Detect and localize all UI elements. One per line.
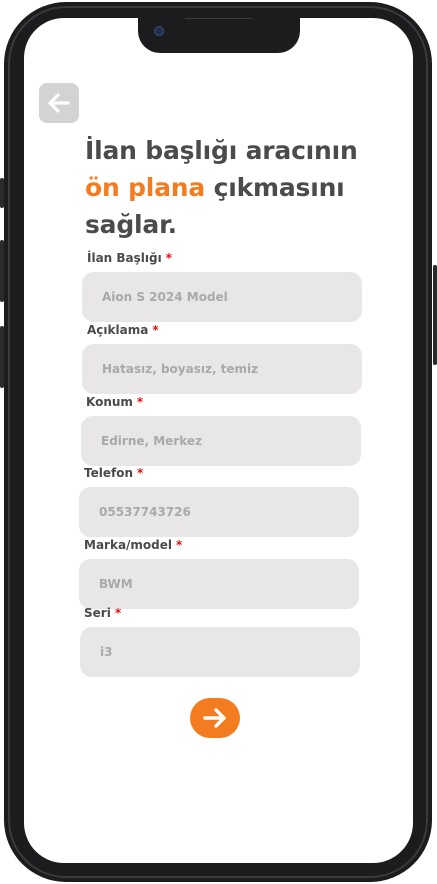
required-marker: * [114, 606, 122, 620]
seri-input[interactable]: i3 [80, 627, 360, 677]
arrow-left-icon [48, 93, 70, 113]
aciklama-placeholder: Hatasız, boyasız, temiz [102, 362, 259, 376]
label-seri: Seri * [84, 606, 121, 620]
power-button [433, 265, 437, 365]
telefon-placeholder: 05537743726 [99, 505, 191, 519]
label-marka-model: Marka/model * [84, 538, 182, 552]
seri-placeholder: i3 [100, 645, 113, 659]
page-headline: İlan başlığı aracının ön plana çıkmasını… [85, 132, 385, 243]
required-marker: * [165, 251, 172, 265]
mute-switch [0, 178, 4, 208]
required-marker: * [136, 395, 144, 409]
headline-line-2-rest: çıkmasını [205, 173, 345, 202]
speaker [184, 18, 254, 19]
label-text: Marka/model [84, 538, 173, 552]
volume-down-button [0, 326, 4, 388]
app-screen: İlan başlığı aracının ön plana çıkmasını… [24, 18, 413, 863]
label-text: Konum [86, 395, 133, 409]
required-marker: * [152, 323, 159, 337]
volume-up-button [0, 240, 4, 302]
back-button[interactable] [39, 83, 79, 123]
arrow-right-icon [203, 708, 226, 728]
konum-placeholder: Edirne, Merkez [101, 434, 203, 448]
next-button[interactable] [190, 698, 240, 738]
required-marker: * [137, 466, 144, 480]
headline-line-3: sağlar. [85, 210, 177, 239]
headline-line-1: İlan başlığı aracının [85, 136, 358, 165]
label-text: Telefon [84, 466, 133, 480]
marka-model-placeholder: BWM [99, 577, 133, 591]
headline-line-2: ön plana çıkmasını [85, 169, 385, 206]
headline-accent: ön plana [85, 173, 206, 202]
aciklama-input[interactable]: Hatasız, boyasız, temiz [82, 344, 362, 394]
label-text: İlan Başlığı [87, 251, 162, 265]
label-text: Seri [84, 606, 111, 620]
telefon-input[interactable]: 05537743726 [79, 487, 359, 537]
required-marker: * [176, 538, 183, 552]
label-text: Açıklama [87, 323, 149, 337]
label-aciklama: Açıklama * [87, 323, 159, 337]
konum-input[interactable]: Edirne, Merkez [81, 416, 361, 466]
notch [138, 18, 300, 53]
label-konum: Konum * [86, 395, 143, 409]
marka-model-input[interactable]: BWM [79, 559, 359, 609]
ilan-basligi-placeholder: Aion S 2024 Model [102, 290, 228, 304]
label-ilan-basligi: İlan Başlığı * [87, 251, 172, 265]
label-telefon: Telefon * [84, 466, 143, 480]
front-camera [154, 26, 164, 36]
ilan-basligi-input[interactable]: Aion S 2024 Model [82, 272, 362, 322]
